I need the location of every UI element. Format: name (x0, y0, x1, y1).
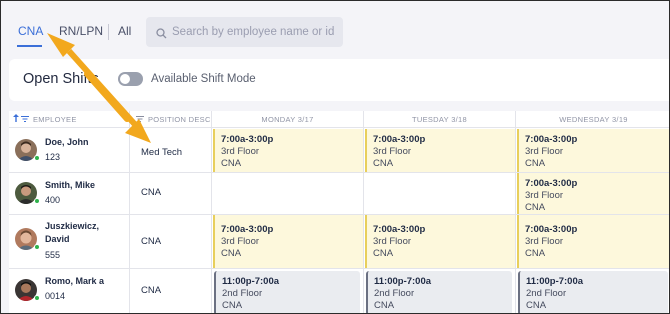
position-desc: CNA (141, 285, 162, 296)
shift-location: 3rd Floor (525, 190, 564, 201)
filter-icon[interactable] (136, 115, 144, 124)
position-header-label: POSITION DESC (148, 114, 211, 124)
shift-role: CNA (373, 158, 394, 169)
shift-time: 7:00a-3:00p (221, 224, 274, 235)
shift-time: 7:00a-3:00p (525, 134, 578, 145)
shift-role: CNA (221, 158, 242, 169)
shift-location: 3rd Floor (373, 146, 412, 157)
employee-id: 400 (45, 195, 61, 205)
tab-rn-lpn[interactable]: RN/LPN (59, 24, 103, 38)
tab-all[interactable]: All (118, 24, 131, 38)
shift-location: 3rd Floor (221, 146, 260, 157)
shift-time: 7:00a-3:00p (525, 178, 578, 189)
online-status-dot (34, 198, 40, 204)
top-bar: CNA RN/LPN All (2, 2, 669, 58)
shift-card[interactable]: 7:00a-3:00p 3rd Floor CNA (517, 129, 669, 172)
employee-id: 0014 (45, 291, 66, 301)
shift-location: 3rd Floor (525, 236, 564, 247)
position-desc: Med Tech (141, 147, 183, 158)
table-row[interactable]: Doe, John 123 (9, 128, 129, 172)
shift-card[interactable]: 7:00a-3:00p 3rd Floor CNA (517, 173, 669, 214)
table-row[interactable]: Smith, Mike 400 (9, 173, 129, 214)
shift-card[interactable]: 7:00a-3:00p 3rd Floor CNA (517, 215, 669, 268)
shift-time: 7:00a-3:00p (221, 134, 274, 145)
shift-role: CNA (526, 300, 547, 311)
shift-card[interactable]: 11:00p-7:00a 2nd Floor CNA (214, 271, 360, 313)
employee-name[interactable]: Romo, Mark a (45, 275, 104, 288)
shift-role: CNA (525, 202, 546, 213)
position-desc: CNA (141, 187, 162, 198)
shift-location: 2nd Floor (222, 288, 263, 299)
employee-id: 123 (45, 152, 61, 162)
open-shifts-title: Open Shifts (23, 71, 99, 87)
shift-location: 3rd Floor (525, 146, 564, 157)
grid-divider (515, 111, 516, 313)
shift-card[interactable]: 7:00a-3:00p 3rd Floor CNA (213, 129, 363, 172)
online-status-dot (34, 295, 40, 301)
grid-divider (363, 111, 364, 313)
employee-header-label: EMPLOYEE (33, 114, 77, 124)
shift-role: CNA (525, 158, 546, 169)
employee-id: 555 (45, 250, 61, 260)
employee-search[interactable] (146, 17, 343, 47)
table-row[interactable]: Juszkiewicz, David 555 (9, 215, 129, 268)
employee-name[interactable]: Juszkiewicz, (45, 220, 99, 233)
shift-role: CNA (373, 248, 394, 259)
filter-icon[interactable] (21, 115, 29, 124)
table-row[interactable]: Romo, Mark a 0014 (9, 269, 129, 313)
available-shift-mode-toggle[interactable] (118, 72, 143, 86)
shift-card[interactable]: 11:00p-7:00a 2nd Floor CNA (366, 271, 512, 313)
toggle-knob (120, 74, 130, 84)
shift-card[interactable]: 11:00p-7:00a 2nd Floor CNA (518, 271, 668, 313)
search-icon (156, 26, 167, 44)
shift-role: CNA (525, 248, 546, 259)
shift-time: 7:00a-3:00p (525, 224, 578, 235)
shift-card[interactable]: 7:00a-3:00p 3rd Floor CNA (365, 215, 515, 268)
grid-divider (129, 111, 130, 313)
position-desc: CNA (141, 236, 162, 247)
employee-name-line2[interactable]: David (45, 233, 70, 246)
shift-time: 11:00p-7:00a (222, 276, 280, 287)
shift-role: CNA (222, 300, 243, 311)
shift-time: 11:00p-7:00a (526, 276, 584, 287)
shift-role: CNA (374, 300, 395, 311)
day-header-monday: MONDAY 3/17 (211, 111, 363, 128)
shift-card[interactable]: 7:00a-3:00p 3rd Floor CNA (213, 215, 363, 268)
employee-column-header[interactable]: EMPLOYEE (9, 111, 129, 128)
open-shifts-panel: Open Shifts Available Shift Mode (9, 59, 669, 101)
online-status-dot (34, 155, 40, 161)
sort-ascending-icon[interactable] (13, 114, 19, 124)
shift-location: 3rd Floor (221, 236, 260, 247)
position-column-header[interactable]: POSITION DESC (129, 111, 211, 128)
shift-time: 7:00a-3:00p (373, 134, 426, 145)
shift-time: 7:00a-3:00p (373, 224, 426, 235)
active-tab-indicator (17, 45, 42, 47)
tab-cna[interactable]: CNA (18, 24, 43, 38)
day-header-tuesday: TUESDAY 3/18 (363, 111, 515, 128)
employee-name[interactable]: Doe, John (45, 136, 89, 149)
app-frame: CNA RN/LPN All Open Shifts Available Shi… (0, 0, 670, 314)
schedule-grid: EMPLOYEE POSITION DESC MONDAY 3/17 TUESD… (9, 111, 669, 313)
shift-location: 2nd Floor (526, 288, 567, 299)
day-header-wednesday: WEDNESDAY 3/19 (515, 111, 669, 128)
available-shift-mode-label: Available Shift Mode (151, 73, 256, 85)
shift-location: 2nd Floor (374, 288, 415, 299)
shift-location: 3rd Floor (373, 236, 412, 247)
shift-time: 11:00p-7:00a (374, 276, 432, 287)
shift-card[interactable]: 7:00a-3:00p 3rd Floor CNA (365, 129, 515, 172)
tab-divider (108, 24, 109, 40)
grid-divider (211, 111, 212, 313)
search-input[interactable] (172, 23, 337, 41)
online-status-dot (34, 244, 40, 250)
employee-name[interactable]: Smith, Mike (45, 179, 95, 192)
shift-role: CNA (221, 248, 242, 259)
